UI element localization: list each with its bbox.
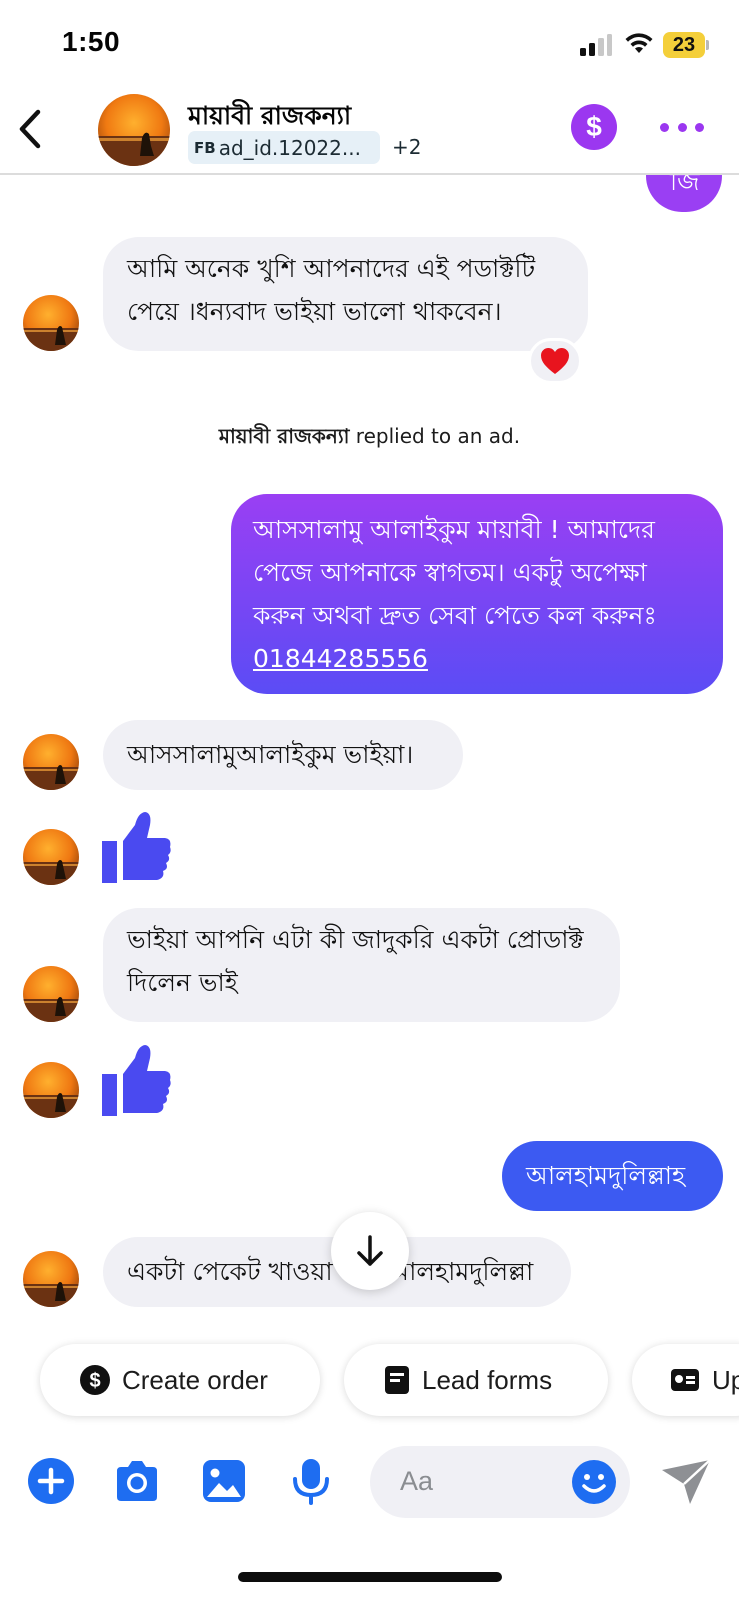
wifi-icon	[625, 33, 653, 53]
create-order-label: Create order	[122, 1364, 268, 1395]
battery-cap	[706, 40, 709, 50]
sender-avatar[interactable]	[23, 734, 79, 790]
plus-icon[interactable]	[27, 1457, 75, 1505]
message-input-placeholder: Aa	[400, 1466, 434, 1496]
chat-header: মায়াবী রাজকন্যা FB ad_id.12022... +2 $	[0, 84, 739, 174]
message-text-line: আসসালামু আলাইকুম মায়াবী ! আমাদের	[253, 515, 655, 544]
contact-avatar[interactable]	[98, 94, 170, 166]
message-text-line: পেজে আপনাকে স্বাগতম। একটু অপেক্ষা	[253, 558, 647, 587]
message-bubble-incoming[interactable]: ভাইয়া আপনি এটা কী জাদুকরি একটা প্রোডাক্…	[103, 908, 620, 1022]
lead-forms-label: Lead forms	[422, 1364, 553, 1395]
ad-chip-prefix: FB	[194, 138, 216, 157]
thumbs-up-icon[interactable]	[102, 1044, 172, 1116]
sender-avatar[interactable]	[23, 966, 79, 1022]
ad-id-tag[interactable]: FB ad_id.12022...	[188, 131, 380, 164]
message-text-line: আমি অনেক খুশি আপনাদের এই পডাক্টটি	[127, 254, 536, 283]
ad-reply-notice: মায়াবী রাজকন্যা replied to an ad.	[0, 422, 739, 455]
mic-icon[interactable]	[287, 1457, 335, 1505]
status-time: 1:50	[62, 26, 121, 57]
battery-indicator: 23	[663, 32, 709, 58]
sender-avatar[interactable]	[23, 1251, 79, 1307]
message-bubble-incoming[interactable]: আসসালামুআলাইকুম ভাইয়া।	[103, 720, 463, 790]
thumbs-up-icon[interactable]	[102, 811, 172, 883]
svg-text:$: $	[89, 1370, 100, 1392]
form-icon	[385, 1366, 409, 1394]
more-icon[interactable]	[660, 120, 704, 134]
message-bubble-incoming[interactable]: আমি অনেক খুশি আপনাদের এই পডাক্টটি পেয়ে …	[103, 237, 588, 351]
payment-button[interactable]: $	[571, 104, 617, 150]
message-bubble-outgoing[interactable]: আসসালামু আলাইকুম মায়াবী ! আমাদের পেজে আ…	[231, 494, 723, 694]
cellular-signal-icon	[580, 34, 612, 56]
sender-avatar[interactable]	[23, 295, 79, 351]
send-icon[interactable]	[660, 1458, 712, 1506]
ad-chip-text: ad_id.12022...	[218, 135, 361, 160]
extra-tags-count[interactable]: +2	[392, 135, 421, 159]
arrow-down-icon	[357, 1235, 383, 1266]
scroll-to-bottom-button[interactable]	[331, 1212, 409, 1290]
lead-forms-button[interactable]: Lead forms	[344, 1344, 608, 1416]
reaction-badge[interactable]	[528, 338, 582, 384]
message-text-line: ভাইয়া আপনি এটা কী জাদুকরি একটা প্রোডাক্…	[127, 925, 584, 954]
message-text-line: করুন অথবা দ্রুত সেবা পেতে কল করুনঃ	[253, 601, 657, 630]
message-text: একটা পেকেট খাওয়া শেষ আলহামদুলিল্লা	[127, 1257, 534, 1286]
third-action-label: Up	[712, 1364, 739, 1395]
sender-avatar[interactable]	[23, 1062, 79, 1118]
gallery-icon[interactable]	[200, 1457, 248, 1505]
message-text-line: পেয়ে ।ধন্যবাদ ভাইয়া ভালো থাকবেন।	[127, 297, 502, 326]
dollar-icon: $	[80, 1365, 110, 1395]
notice-name: মায়াবী রাজকন্যা	[218, 424, 350, 448]
message-bubble-outgoing[interactable]: আলহামদুলিল্লাহ	[502, 1141, 723, 1211]
id-card-icon	[671, 1369, 699, 1391]
back-icon[interactable]	[14, 104, 50, 154]
message-text-line: দিলেন ভাই	[127, 968, 238, 997]
phone-number-link[interactable]: 01844285556	[253, 637, 701, 680]
battery-level: 23	[663, 32, 705, 58]
notice-text: replied to an ad.	[349, 424, 521, 448]
dollar-icon: $	[586, 111, 602, 142]
third-action-button[interactable]: Up	[632, 1344, 739, 1416]
emoji-icon[interactable]	[570, 1458, 618, 1506]
home-indicator	[238, 1572, 502, 1582]
camera-icon[interactable]	[113, 1457, 161, 1505]
create-order-button[interactable]: $ Create order	[40, 1344, 320, 1416]
message-text: আসসালামুআলাইকুম ভাইয়া।	[127, 740, 414, 769]
sender-avatar[interactable]	[23, 829, 79, 885]
message-text: আলহামদুলিল্লাহ	[526, 1161, 686, 1190]
heart-icon	[541, 348, 569, 374]
